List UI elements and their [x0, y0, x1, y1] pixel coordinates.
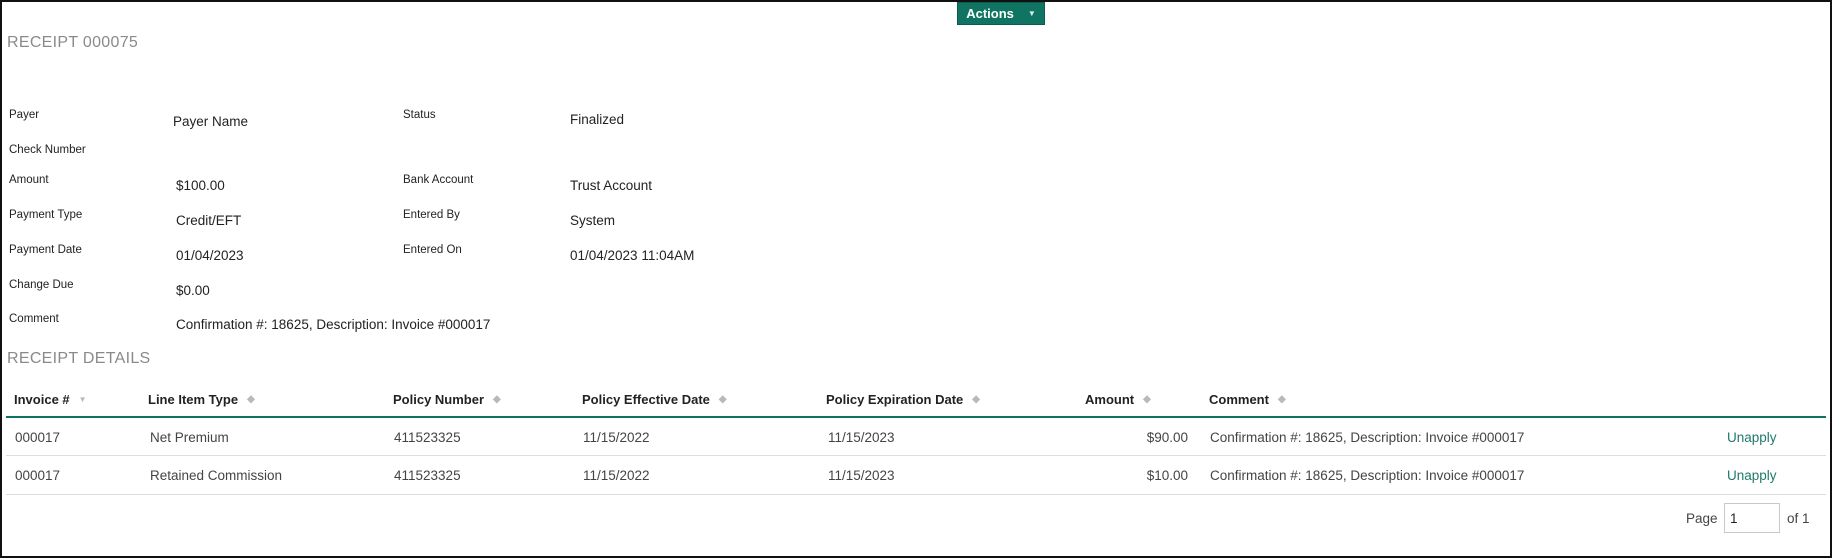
sort-icon: ◆	[247, 394, 255, 405]
column-header-line-item-type[interactable]: Line Item Type ◆	[148, 392, 255, 407]
line-item-type-cell: Net Premium	[150, 430, 229, 445]
column-header-label: Line Item Type	[148, 392, 239, 407]
change-due-label: Change Due	[9, 279, 74, 291]
column-header-invoice[interactable]: Invoice # ▼	[14, 392, 87, 407]
column-header-label: Invoice #	[14, 392, 70, 407]
entered-on-label: Entered On	[403, 244, 462, 256]
amount-value: $100.00	[176, 178, 225, 193]
line-item-type-cell: Retained Commission	[150, 468, 283, 483]
sort-desc-icon: ▼	[78, 395, 87, 404]
column-header-label: Policy Effective Date	[582, 392, 710, 407]
row-divider	[6, 494, 1826, 495]
effective-date-cell: 11/15/2022	[583, 430, 650, 445]
column-header-policy-expiration-date[interactable]: Policy Expiration Date ◆	[826, 392, 980, 407]
unapply-link[interactable]: Unapply	[1727, 468, 1777, 483]
chevron-down-icon: ▼	[1027, 9, 1036, 18]
column-header-label: Comment	[1209, 392, 1269, 407]
comment-value: Confirmation #: 18625, Description: Invo…	[176, 317, 491, 332]
receipt-panel: Actions ▼ RECEIPT 000075 Payer Payer Nam…	[0, 0, 1832, 558]
payment-date-label: Payment Date	[9, 244, 82, 256]
receipt-details-title: RECEIPT DETAILS	[7, 350, 151, 367]
pager-total-label: of 1	[1787, 511, 1810, 526]
actions-button-label: Actions	[966, 6, 1014, 21]
comment-cell: Confirmation #: 18625, Description: Invo…	[1210, 430, 1525, 445]
unapply-link[interactable]: Unapply	[1727, 430, 1777, 445]
payment-type-label: Payment Type	[9, 209, 83, 221]
bank-account-value: Trust Account	[570, 178, 653, 193]
column-header-label: Policy Number	[393, 392, 485, 407]
sort-icon: ◆	[1143, 394, 1151, 405]
policy-number-cell: 411523325	[394, 468, 461, 483]
payment-date-value: 01/04/2023	[176, 248, 244, 263]
column-header-policy-effective-date[interactable]: Policy Effective Date ◆	[582, 392, 727, 407]
entered-by-value: System	[570, 213, 616, 228]
check-number-label: Check Number	[9, 144, 86, 156]
expiration-date-cell: 11/15/2023	[828, 468, 895, 483]
entered-on-value: 01/04/2023 11:04AM	[570, 248, 695, 263]
effective-date-cell: 11/15/2022	[583, 468, 650, 483]
invoice-cell: 000017	[15, 468, 61, 483]
page-number-input[interactable]	[1724, 503, 1780, 533]
sort-icon: ◆	[718, 394, 727, 405]
column-header-comment[interactable]: Comment ◆	[1209, 392, 1286, 407]
comment-label: Comment	[9, 313, 59, 325]
status-value: Finalized	[570, 112, 625, 127]
payment-type-value: Credit/EFT	[176, 213, 242, 228]
amount-cell: $90.00	[1146, 430, 1188, 445]
column-header-label: Amount	[1085, 392, 1135, 407]
pager-page-label: Page	[1686, 511, 1718, 526]
actions-dropdown-button[interactable]: Actions ▼	[957, 2, 1045, 25]
column-header-amount[interactable]: Amount ◆	[1085, 392, 1151, 407]
sort-icon: ◆	[1277, 394, 1286, 405]
amount-label: Amount	[9, 174, 49, 186]
comment-cell: Confirmation #: 18625, Description: Invo…	[1210, 468, 1525, 483]
sort-icon: ◆	[493, 394, 501, 405]
expiration-date-cell: 11/15/2023	[828, 430, 895, 445]
sort-icon: ◆	[972, 394, 980, 405]
entered-by-label: Entered By	[403, 209, 460, 221]
change-due-value: $0.00	[176, 283, 210, 298]
status-label: Status	[403, 109, 436, 121]
amount-cell: $10.00	[1146, 468, 1188, 483]
table-header-divider	[6, 416, 1826, 418]
row-divider	[6, 455, 1826, 456]
payer-label: Payer	[9, 109, 40, 121]
payer-value: Payer Name	[173, 114, 249, 129]
bank-account-label: Bank Account	[403, 174, 474, 186]
column-header-policy-number[interactable]: Policy Number ◆	[393, 392, 501, 407]
column-header-label: Policy Expiration Date	[826, 392, 964, 407]
receipt-title: RECEIPT 000075	[7, 34, 139, 51]
policy-number-cell: 411523325	[394, 430, 461, 445]
invoice-cell: 000017	[15, 430, 61, 445]
